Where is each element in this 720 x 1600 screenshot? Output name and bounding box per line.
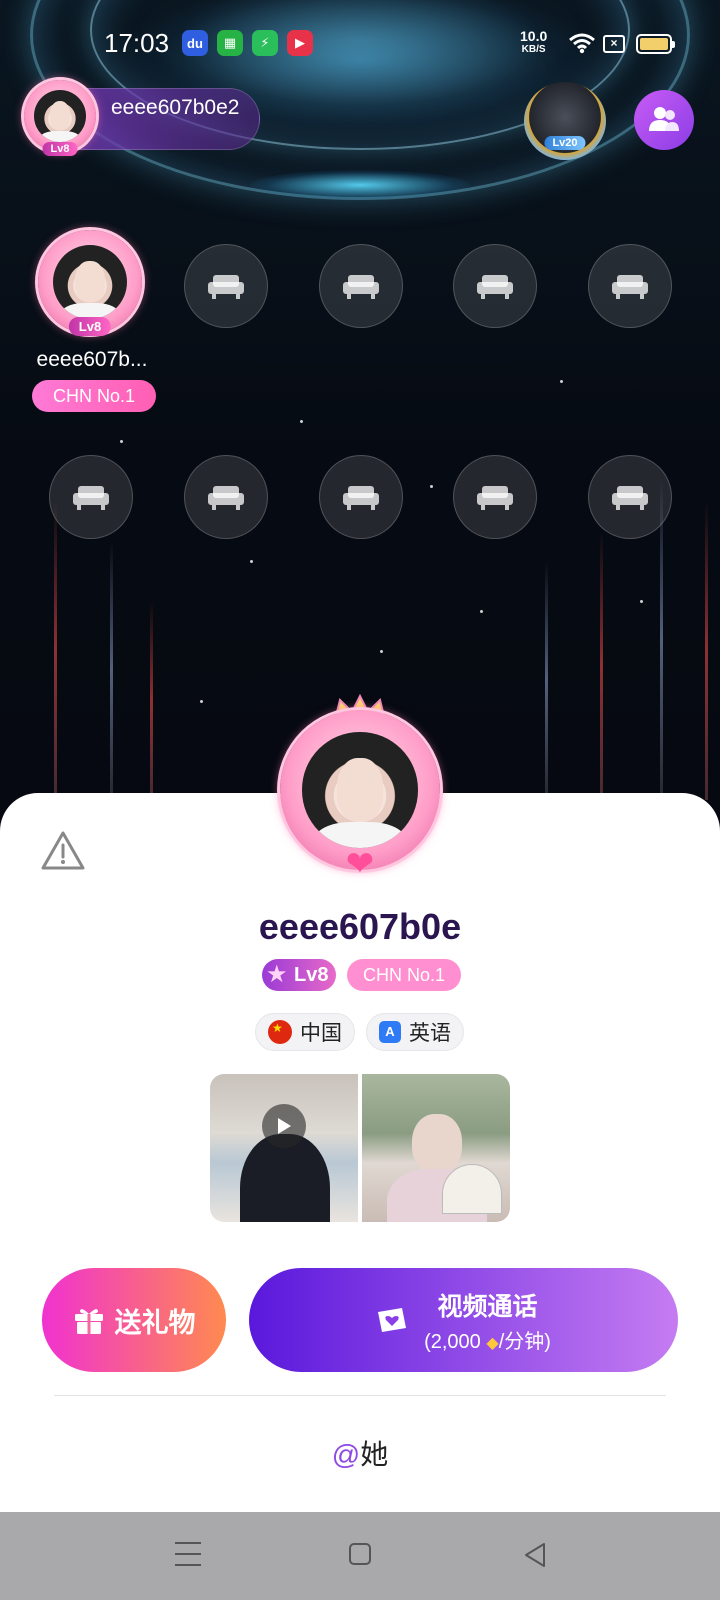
- star: [300, 420, 303, 423]
- battery-icon: [636, 34, 675, 54]
- room-level-badge[interactable]: Lv20: [524, 82, 606, 160]
- stage-glow: [250, 170, 470, 200]
- sofa-icon: [343, 275, 379, 299]
- green-app-icon: ▦: [217, 30, 243, 56]
- light-beam: [545, 560, 548, 800]
- users-icon: [649, 107, 679, 131]
- profile-sheet: [0, 793, 720, 1513]
- star: [200, 700, 203, 703]
- profile-level-text: Lv8: [294, 964, 329, 986]
- sofa-icon: [477, 275, 513, 299]
- empty-seat[interactable]: [588, 455, 672, 539]
- china-flag-icon: [268, 1020, 292, 1044]
- light-beam: [660, 480, 663, 800]
- star: [640, 600, 643, 603]
- video-call-price-unit: /分钟): [498, 1330, 551, 1353]
- video-call-price: (2,000 ◆/分钟): [424, 1325, 551, 1354]
- heart-icon: ❤: [345, 845, 375, 883]
- empty-seat[interactable]: [184, 455, 268, 539]
- star: [430, 485, 433, 488]
- seat-1-avatar[interactable]: Lv8: [38, 230, 142, 336]
- no-sim-icon: ×: [603, 35, 625, 53]
- star-icon: ★: [266, 961, 288, 988]
- profile-photo-thumbnail[interactable]: [362, 1074, 510, 1222]
- sofa-icon: [477, 486, 513, 510]
- send-gift-button[interactable]: 送礼物: [42, 1268, 226, 1372]
- seat-1-level-tag: Lv8: [68, 317, 112, 336]
- network-speed-value: 10.0: [520, 28, 548, 44]
- divider: [54, 1395, 666, 1396]
- star: [250, 560, 253, 563]
- mention-her-button[interactable]: @她: [0, 1420, 720, 1490]
- empty-seat[interactable]: [453, 244, 537, 328]
- country-label: 中国: [300, 1022, 342, 1045]
- light-beam: [600, 530, 603, 800]
- diamond-icon: ◆: [486, 1334, 499, 1352]
- system-navigation-bar: [0, 1512, 720, 1600]
- empty-seat[interactable]: [319, 455, 403, 539]
- translate-icon: A: [379, 1021, 401, 1043]
- star: [380, 650, 383, 653]
- star: [480, 610, 483, 613]
- profile-name: eeee607b0e: [258, 906, 462, 947]
- light-beam: [705, 500, 708, 800]
- network-speed: 10.0 KB/S: [520, 28, 548, 56]
- mention-label: 她: [360, 1439, 389, 1470]
- host-level-tag: Lv8: [42, 142, 78, 156]
- baidu-app-icon: du: [182, 30, 208, 56]
- back-icon[interactable]: [522, 1541, 548, 1569]
- video-call-title: 视频通话: [437, 1292, 538, 1321]
- sofa-icon: [73, 486, 109, 510]
- language-label: 英语: [409, 1022, 451, 1045]
- sofa-icon: [612, 275, 648, 299]
- sofa-icon: [208, 486, 244, 510]
- sofa-icon: [612, 486, 648, 510]
- profile-avatar[interactable]: ❤: [280, 710, 440, 883]
- country-chip: 中国: [255, 1013, 355, 1051]
- send-gift-label: 送礼物: [114, 1307, 196, 1338]
- empty-seat[interactable]: [453, 455, 537, 539]
- sofa-icon: [343, 486, 379, 510]
- seat-1-rank-badge: CHN No.1: [32, 380, 156, 412]
- room-level-tag: Lv20: [544, 136, 586, 150]
- star: [120, 440, 123, 443]
- status-time: 17:03: [104, 28, 170, 58]
- status-bar: 17:03 du ▦ ⚡ ▶ 10.0 KB/S ×: [0, 0, 720, 90]
- gift-icon: [74, 1309, 103, 1334]
- host-name: eeee607b0e2: [111, 96, 240, 119]
- network-speed-unit: KB/S: [521, 44, 546, 55]
- profile-level-badge: ★ Lv8: [262, 959, 336, 991]
- video-call-price-amount: (2,000: [424, 1330, 481, 1353]
- light-beam: [110, 540, 113, 800]
- at-symbol: @: [331, 1439, 361, 1470]
- language-chip: A 英语: [366, 1013, 464, 1051]
- light-beam: [150, 600, 153, 800]
- sofa-icon: [208, 275, 244, 299]
- play-icon[interactable]: [262, 1104, 306, 1148]
- seat-1-name: eeee607b...: [36, 348, 148, 371]
- home-icon[interactable]: [349, 1543, 371, 1565]
- empty-seat[interactable]: [184, 244, 268, 328]
- profile-video-thumbnail[interactable]: [210, 1074, 358, 1222]
- star: [560, 380, 563, 383]
- empty-seat[interactable]: [319, 244, 403, 328]
- wifi-icon: [569, 33, 595, 54]
- menu-icon[interactable]: [175, 1542, 201, 1566]
- empty-seat[interactable]: [49, 455, 133, 539]
- profile-rank-badge: CHN No.1: [347, 959, 461, 991]
- host-avatar[interactable]: Lv8: [24, 80, 96, 156]
- video-app-icon: ▶: [287, 30, 313, 56]
- light-beam: [54, 500, 57, 800]
- video-call-icon: [378, 1308, 407, 1332]
- report-warning-icon[interactable]: [40, 830, 86, 872]
- security-app-icon: ⚡: [252, 30, 278, 56]
- online-users-button[interactable]: [634, 90, 694, 150]
- notification-icons: du ▦ ⚡ ▶: [182, 30, 313, 56]
- empty-seat[interactable]: [588, 244, 672, 328]
- video-call-button[interactable]: 视频通话 (2,000 ◆/分钟): [249, 1268, 678, 1372]
